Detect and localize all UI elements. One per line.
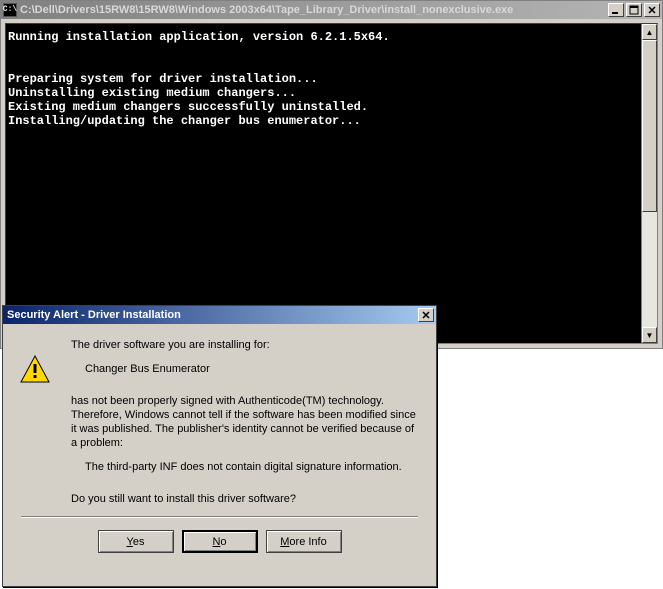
close-button[interactable] <box>644 3 660 17</box>
console-title: C:\Dell\Drivers\15RW8\15RW8\Windows 2003… <box>20 4 608 16</box>
dialog-close-button[interactable] <box>418 308 434 322</box>
chevron-up-icon: ▲ <box>646 28 654 37</box>
console-line: Preparing system for driver installation… <box>8 72 318 86</box>
reason-text: The third-party INF does not contain dig… <box>85 460 418 474</box>
console-line: Uninstalling existing medium changers... <box>8 86 296 100</box>
dialog-button-row: Yes No More Info <box>21 530 418 553</box>
dialog-title: Security Alert - Driver Installation <box>7 309 418 321</box>
dialog-message: The driver software you are installing f… <box>71 338 418 506</box>
maximize-icon <box>629 5 639 15</box>
window-controls <box>608 3 660 17</box>
console-titlebar[interactable]: C:\ C:\Dell\Drivers\15RW8\15RW8\Windows … <box>1 1 662 19</box>
dialog-body: The driver software you are installing f… <box>3 324 436 586</box>
minimize-icon <box>611 5 621 15</box>
security-alert-dialog: Security Alert - Driver Installation The… <box>2 305 437 587</box>
close-icon <box>421 310 431 320</box>
console-output[interactable]: Running installation application, versio… <box>6 24 641 343</box>
console-line: Running installation application, versio… <box>8 30 390 44</box>
separator <box>21 516 418 518</box>
no-button[interactable]: No <box>182 530 258 553</box>
scrollbar[interactable]: ▲ ▼ <box>641 24 657 343</box>
dialog-titlebar[interactable]: Security Alert - Driver Installation <box>3 306 436 324</box>
console-window: C:\ C:\Dell\Drivers\15RW8\15RW8\Windows … <box>0 0 663 349</box>
close-icon <box>647 5 657 15</box>
body-text: has not been properly signed with Authen… <box>71 394 418 450</box>
maximize-button[interactable] <box>626 3 642 17</box>
console-body: Running installation application, versio… <box>5 23 658 344</box>
warning-icon <box>19 354 51 386</box>
scroll-up-button[interactable]: ▲ <box>642 24 657 40</box>
intro-text: The driver software you are installing f… <box>71 338 418 352</box>
driver-name: Changer Bus Enumerator <box>85 362 418 376</box>
console-line: Installing/updating the changer bus enum… <box>8 114 361 128</box>
scroll-thumb[interactable] <box>642 40 657 212</box>
more-info-button[interactable]: More Info <box>266 530 342 553</box>
console-line: Existing medium changers successfully un… <box>8 100 368 114</box>
chevron-down-icon: ▼ <box>646 331 654 340</box>
question-text: Do you still want to install this driver… <box>71 492 418 506</box>
yes-button[interactable]: Yes <box>98 530 174 553</box>
cmd-icon: C:\ <box>3 3 17 17</box>
scroll-track[interactable] <box>642 40 657 327</box>
scroll-down-button[interactable]: ▼ <box>642 327 657 343</box>
minimize-button[interactable] <box>608 3 624 17</box>
